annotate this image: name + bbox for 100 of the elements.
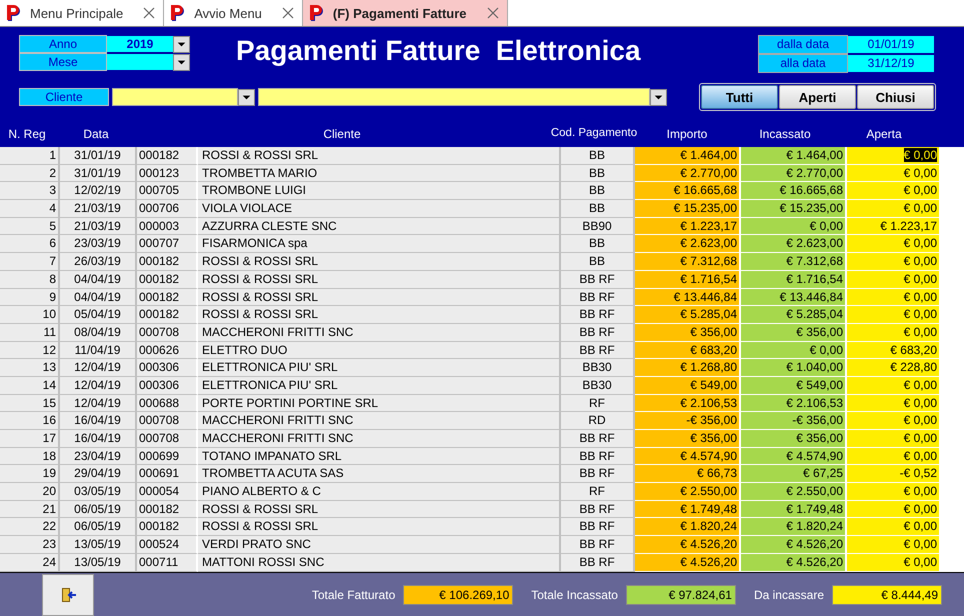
table-cell: 000626 bbox=[137, 342, 198, 360]
table-cell[interactable]: € 0,00 bbox=[847, 448, 941, 466]
table-cell: € 356,00 bbox=[635, 324, 741, 342]
table-cell: € 2.550,00 bbox=[741, 483, 847, 501]
filter-toggle-button[interactable]: Tutti bbox=[701, 85, 778, 109]
table-cell: BB RF bbox=[561, 448, 635, 466]
table-cell: 31/01/19 bbox=[60, 147, 137, 165]
table-cell[interactable]: € 0,00 bbox=[847, 430, 941, 448]
table-cell: BB30 bbox=[561, 359, 635, 377]
table-cell[interactable]: € 0,00 bbox=[847, 324, 941, 342]
table-cell: 9 bbox=[0, 288, 60, 306]
close-icon[interactable] bbox=[282, 7, 294, 19]
table-cell[interactable]: € 0,00 bbox=[847, 200, 941, 218]
to-date-label: alla data bbox=[758, 54, 848, 73]
table-cell: 000691 bbox=[137, 465, 198, 484]
to-date-field[interactable]: 31/12/19 bbox=[848, 55, 934, 72]
column-header: Cliente bbox=[322, 127, 362, 141]
exit-button[interactable] bbox=[42, 574, 94, 616]
table-cell[interactable]: € 0,00 bbox=[847, 182, 941, 200]
table-cell: MATTONI ROSSI SNC bbox=[198, 554, 561, 572]
table-cell: 21/03/19 bbox=[60, 200, 137, 218]
table-cell: 23 bbox=[0, 536, 60, 554]
table-cell: € 2.770,00 bbox=[635, 164, 741, 182]
table-cell: 000182 bbox=[137, 270, 198, 288]
table-cell[interactable]: -€ 0,52 bbox=[847, 465, 941, 484]
table-cell[interactable]: € 0,00 bbox=[847, 483, 941, 501]
table-cell: 23/04/19 bbox=[60, 448, 137, 466]
table-cell[interactable]: € 0,00 bbox=[847, 164, 941, 182]
table-cell: € 549,00 bbox=[635, 376, 741, 395]
table-cell: BB RF bbox=[561, 536, 635, 554]
table-cell: 26/03/19 bbox=[60, 253, 137, 271]
table-cell: € 4.526,20 bbox=[635, 536, 741, 554]
column-header: Cod. Pagamento bbox=[550, 127, 638, 141]
table-cell: 5 bbox=[0, 218, 60, 236]
page-title: Pagamenti Fatture Elettronica bbox=[236, 35, 642, 67]
table-cell: 05/04/19 bbox=[60, 306, 137, 324]
table-cell[interactable]: € 1.223,17 bbox=[847, 218, 941, 236]
table-cell: € 7.312,68 bbox=[635, 253, 741, 271]
table-cell[interactable]: € 0,00 bbox=[847, 394, 941, 412]
table-cell[interactable]: € 0,00 bbox=[847, 536, 941, 554]
table-cell: € 2.770,00 bbox=[741, 164, 847, 182]
table-cell: BB RF bbox=[561, 518, 635, 536]
table-cell: € 15.235,00 bbox=[635, 200, 741, 218]
table-cell: 29/04/19 bbox=[60, 465, 137, 484]
table-cell[interactable]: € 0,00 bbox=[847, 147, 941, 165]
table-cell: € 1.268,80 bbox=[635, 359, 741, 377]
table-cell[interactable]: € 683,20 bbox=[847, 342, 941, 360]
table-cell: € 66,73 bbox=[635, 465, 741, 484]
document-tab[interactable]: (F) Pagamenti Fatture bbox=[302, 0, 508, 26]
table-cell: € 1.464,00 bbox=[741, 147, 847, 165]
filter-toggle-button[interactable]: Chiusi bbox=[857, 85, 934, 109]
table-cell: € 4.526,20 bbox=[741, 554, 847, 572]
table-cell: 08/04/19 bbox=[60, 324, 137, 342]
table-cell[interactable]: € 228,80 bbox=[847, 359, 941, 377]
table-cell[interactable]: € 0,00 bbox=[847, 376, 941, 395]
from-date-field[interactable]: 01/01/19 bbox=[848, 36, 934, 53]
total-value: € 97.824,61 bbox=[626, 584, 736, 604]
p-logo-icon bbox=[308, 4, 325, 22]
table-cell: € 683,20 bbox=[635, 342, 741, 360]
table-cell: 11/04/19 bbox=[60, 342, 137, 360]
close-icon[interactable] bbox=[143, 7, 156, 19]
table-cell[interactable]: € 0,00 bbox=[847, 518, 941, 536]
table-cell: ROSSI & ROSSI SRL bbox=[198, 518, 561, 536]
close-icon[interactable] bbox=[486, 7, 499, 19]
table-cell[interactable]: € 0,00 bbox=[847, 288, 941, 306]
table-cell[interactable]: € 0,00 bbox=[847, 270, 941, 288]
anno-dropdown[interactable]: 2019 bbox=[107, 36, 173, 52]
table-cell: VERDI PRATO SNC bbox=[198, 536, 561, 554]
table-cell[interactable]: € 0,00 bbox=[847, 554, 941, 572]
document-tab[interactable]: Avvio Menu bbox=[164, 0, 303, 26]
table-cell: 1 bbox=[0, 147, 60, 165]
table-cell: 000707 bbox=[137, 235, 198, 254]
table-cell: PIANO ALBERTO & C bbox=[198, 483, 561, 501]
table-cell: BB bbox=[561, 147, 635, 165]
table-cell: 06/05/19 bbox=[60, 518, 137, 536]
table-cell: € 2.106,53 bbox=[635, 394, 741, 412]
table-cell: 06/05/19 bbox=[60, 500, 137, 518]
table-cell: BB30 bbox=[561, 376, 635, 395]
table-cell: 000123 bbox=[137, 164, 198, 182]
table-cell: ELETTRO DUO bbox=[198, 342, 561, 360]
table-cell: 4 bbox=[0, 200, 60, 218]
table-cell: 000182 bbox=[137, 500, 198, 518]
table-cell[interactable]: € 0,00 bbox=[847, 235, 941, 254]
table-cell[interactable]: € 0,00 bbox=[847, 253, 941, 271]
table-cell: 10 bbox=[0, 306, 60, 324]
table-cell: € 15.235,00 bbox=[741, 200, 847, 218]
filter-toggle-button[interactable]: Aperti bbox=[779, 85, 856, 109]
table-cell: 000182 bbox=[137, 518, 198, 536]
table-cell[interactable]: € 0,00 bbox=[847, 500, 941, 518]
table-cell: € 1.716,54 bbox=[741, 270, 847, 288]
document-tab[interactable]: Menu Principale bbox=[0, 0, 164, 26]
from-date-label: dalla data bbox=[758, 35, 848, 54]
table-cell: 8 bbox=[0, 270, 60, 288]
table-cell: 000524 bbox=[137, 536, 198, 554]
table-cell[interactable]: € 0,00 bbox=[847, 412, 941, 430]
table-cell: 13 bbox=[0, 359, 60, 377]
table-cell: € 4.574,90 bbox=[635, 448, 741, 466]
table-cell: € 1.040,00 bbox=[741, 359, 847, 377]
table-cell: ELETTRONICA PIU' SRL bbox=[198, 376, 561, 395]
table-cell[interactable]: € 0,00 bbox=[847, 306, 941, 324]
